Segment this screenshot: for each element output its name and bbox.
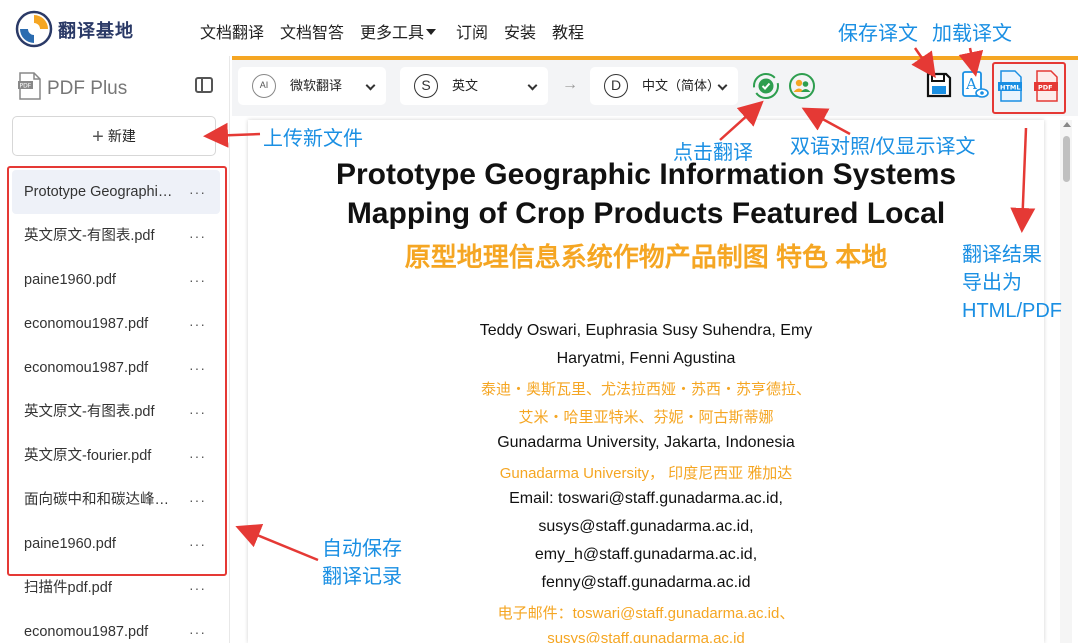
source-lang-icon: S [414, 74, 438, 98]
doc-line: Gunadarma University， 印度尼西亚 雅加达 [499, 465, 793, 482]
doc-line: susys@staff.gunadarma.ac.id [547, 630, 745, 643]
plus-icon: + [92, 126, 104, 148]
more-options-icon[interactable]: ··· [189, 610, 206, 643]
doc-line: 艾米・哈里亚特米、芬妮・阿古斯蒂娜 [518, 409, 774, 426]
nav-doc-translate[interactable]: 文档翻译 [200, 19, 264, 43]
toolbar: AI 微软翻译 S 英文 → D 中文（简体） A HTML PDF [232, 60, 1078, 116]
logo-icon[interactable] [15, 10, 53, 48]
ai-engine-icon: AI [252, 74, 276, 98]
annotation-autosave-2: 翻译记录 [322, 566, 402, 588]
pdf-file-icon: PDF [18, 72, 41, 100]
nav-doc-qa[interactable]: 文档智答 [280, 19, 344, 43]
target-lang-select[interactable]: D 中文（简体） [590, 67, 738, 105]
source-lang-select[interactable]: S 英文 [400, 67, 548, 105]
annotation-click-translate: 点击翻译 [673, 142, 753, 164]
doc-line: Teddy Oswari, Euphrasia Susy Suhendra, E… [479, 322, 813, 339]
doc-line: Gunadarma University, Jakarta, Indonesia [497, 434, 795, 451]
save-icon[interactable] [926, 72, 952, 98]
doc-line: Haryatmi, Fenni Agustina [556, 350, 736, 367]
nav-more-tools[interactable]: 更多工具 [360, 19, 437, 43]
load-translation-icon[interactable]: A [960, 70, 990, 100]
target-lang-label: 中文（简体） [642, 78, 721, 93]
doc-line: susys@staff.gunadarma.ac.id, [538, 518, 754, 535]
brand-name[interactable]: 翻译基地 [58, 17, 134, 43]
annotation-export-1: 翻译结果 [962, 244, 1042, 266]
nav-more-tools-label: 更多工具 [360, 25, 425, 42]
annotation-export-3: HTML/PDF [962, 300, 1062, 322]
svg-text:PDF: PDF [20, 83, 32, 90]
doc-title-zh: 原型地理信息系统作物产品制图 特色 本地 [404, 242, 888, 272]
nav-install[interactable]: 安装 [504, 19, 536, 43]
doc-title-en-2: Mapping of Crop Products Featured Local [346, 197, 946, 230]
list-item[interactable]: economou1987.pdf ··· [12, 610, 220, 643]
engine-select[interactable]: AI 微软翻译 [238, 67, 386, 105]
chevron-down-icon [527, 80, 538, 91]
file-name: economou1987.pdf [24, 624, 149, 640]
scroll-up-icon[interactable] [1063, 122, 1071, 127]
doc-title-en-1: Prototype Geographic Information Systems [335, 158, 957, 191]
target-lang-icon: D [604, 74, 628, 98]
caret-down-icon [426, 29, 437, 36]
sidebar-title: PDF Plus [47, 78, 128, 99]
annotation-upload: 上传新文件 [263, 128, 363, 150]
sidebar-toggle-icon[interactable] [195, 77, 213, 93]
export-highlight [992, 62, 1066, 114]
doc-line: Email: toswari@staff.gunadarma.ac.id, [509, 490, 783, 507]
scrollbar-thumb[interactable] [1063, 136, 1070, 182]
translate-icon[interactable] [752, 72, 780, 100]
annotation-save: 保存译文 [838, 23, 918, 45]
doc-line: 电子邮件：toswari@staff.gunadarma.ac.id、 [497, 605, 795, 622]
bilingual-toggle-icon[interactable] [788, 72, 816, 100]
doc-line: 泰迪・奥斯瓦里、尤法拉西娅・苏西・苏亨德拉、 [480, 381, 811, 398]
scrollbar[interactable] [1060, 120, 1072, 643]
engine-label: 微软翻译 [290, 78, 343, 93]
annotation-bilingual: 双语对照/仅显示译文 [790, 136, 976, 158]
new-button-label: 新建 [107, 128, 136, 144]
nav-tutorial[interactable]: 教程 [552, 19, 584, 43]
file-list-highlight [7, 166, 227, 576]
svg-text:A: A [965, 75, 977, 93]
annotation-autosave-1: 自动保存 [322, 538, 402, 560]
new-button[interactable]: + 新建 [12, 116, 216, 156]
arrow-right-icon: → [562, 76, 578, 93]
source-lang-label: 英文 [452, 78, 479, 93]
annotation-load: 加载译文 [932, 23, 1012, 45]
chevron-down-icon [365, 80, 376, 91]
nav-subscribe[interactable]: 订阅 [456, 19, 488, 43]
annotation-export-2: 导出为 [962, 272, 1022, 294]
